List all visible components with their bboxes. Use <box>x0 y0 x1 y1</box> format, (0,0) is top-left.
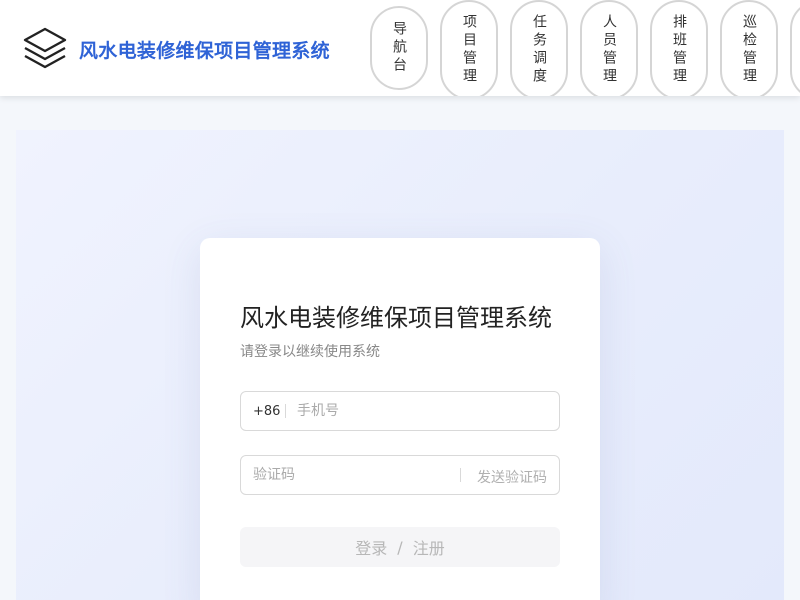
nav-item-label: 巡检管理 <box>741 14 757 86</box>
code-field: 发送验证码 <box>240 455 560 495</box>
country-code-prefix[interactable]: +86 <box>253 404 280 419</box>
nav-item-projects[interactable]: 项目管理 <box>440 0 498 96</box>
nav-item-label: 项目管理 <box>461 14 477 86</box>
verification-code-input[interactable] <box>253 457 453 493</box>
login-subtitle: 请登录以继续使用系统 <box>240 344 380 360</box>
divider <box>460 468 461 482</box>
nav-item-overflow[interactable] <box>790 0 800 96</box>
nav-item-label: 人员管理 <box>601 14 617 86</box>
login-label: 登录 <box>355 539 388 558</box>
app-title: 风水电装修维保项目管理系统 <box>79 40 330 62</box>
top-header: 风水电装修维保项目管理系统 导航台 项目管理 任务调度 人员管理 排班管理 巡检… <box>0 0 800 96</box>
layers-icon <box>23 27 67 69</box>
phone-input[interactable] <box>297 393 547 429</box>
send-code-button[interactable]: 发送验证码 <box>477 467 547 487</box>
nav-item-scheduling[interactable]: 排班管理 <box>650 0 708 96</box>
nav-item-label: 任务调度 <box>531 14 547 86</box>
nav-item-label: 排班管理 <box>671 14 687 86</box>
separator: / <box>397 537 403 557</box>
login-register-button[interactable]: 登录 / 注册 <box>240 527 560 567</box>
nav-item-staff[interactable]: 人员管理 <box>580 0 638 96</box>
divider <box>285 404 286 418</box>
nav-item-label: 导航台 <box>391 21 407 75</box>
register-label: 注册 <box>412 539 445 558</box>
nav-item-inspection[interactable]: 巡检管理 <box>720 0 778 96</box>
login-card: 风水电装修维保项目管理系统 请登录以继续使用系统 +86 发送验证码 登录 / … <box>200 238 600 600</box>
nav-item-tasks[interactable]: 任务调度 <box>510 0 568 96</box>
main-nav: 导航台 项目管理 任务调度 人员管理 排班管理 巡检管理 <box>370 0 800 96</box>
phone-field: +86 <box>240 391 560 431</box>
nav-item-dashboard[interactable]: 导航台 <box>370 6 428 90</box>
login-title: 风水电装修维保项目管理系统 <box>240 304 552 332</box>
